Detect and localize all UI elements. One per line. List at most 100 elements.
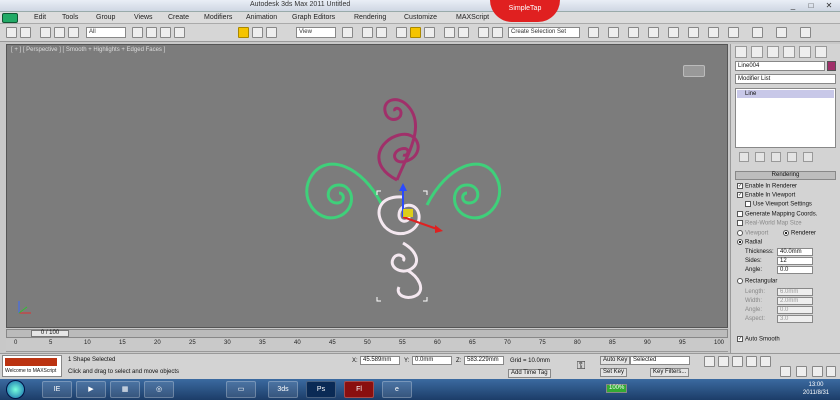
checkbox-checked-icon[interactable]: ✓ <box>737 336 743 342</box>
display-tab-icon[interactable] <box>799 46 811 58</box>
real-world-map-row[interactable]: Real-World Map Size <box>737 220 802 227</box>
key-filters-button[interactable]: Key Filters... <box>650 368 690 377</box>
schematic-view-icon[interactable] <box>648 27 659 38</box>
minimize-button[interactable]: _ <box>784 0 802 11</box>
perspective-viewport[interactable]: [ + ] [ Perspective ] [ Smooth + Highlig… <box>6 44 728 328</box>
pin-stack-icon[interactable] <box>739 152 749 162</box>
pivot-center-icon[interactable] <box>342 27 353 38</box>
menu-tools[interactable]: Tools <box>62 14 78 21</box>
auto-smooth-row[interactable]: ✓ Auto Smooth <box>737 336 780 343</box>
width-spinner[interactable]: 2.0mm <box>777 297 813 305</box>
taskbar-app-explorer[interactable]: ▦ <box>110 381 140 398</box>
undo-icon[interactable] <box>6 27 17 38</box>
checkbox-icon[interactable] <box>737 211 743 217</box>
show-end-result-icon[interactable] <box>755 152 765 162</box>
close-button[interactable]: ✕ <box>820 0 838 11</box>
aspect-spinner[interactable]: 3.0 <box>777 315 813 323</box>
maxscript-mini-listener[interactable] <box>5 358 57 366</box>
add-time-tag-button[interactable]: Add Time Tag <box>508 369 551 378</box>
material-editor-icon[interactable] <box>668 27 679 38</box>
generate-mapping-row[interactable]: Generate Mapping Coords. <box>737 211 817 218</box>
menu-graph-editors[interactable]: Graph Editors <box>292 14 335 21</box>
modifier-list-dropdown[interactable]: Modifier List <box>735 74 836 84</box>
window-crossing-icon[interactable] <box>174 27 185 38</box>
select-by-name-icon[interactable] <box>146 27 157 38</box>
percent-snap-icon[interactable] <box>424 27 435 38</box>
utilities-tab-icon[interactable] <box>815 46 827 58</box>
make-unique-icon[interactable] <box>771 152 781 162</box>
angle-snap-icon[interactable] <box>410 27 421 38</box>
stack-item-line[interactable]: Line <box>737 90 834 98</box>
next-frame-icon[interactable] <box>746 356 757 367</box>
auto-key-button[interactable]: Auto Key <box>600 356 631 365</box>
start-button-icon[interactable] <box>6 380 25 399</box>
hierarchy-tab-icon[interactable] <box>767 46 779 58</box>
rect-selection-icon[interactable] <box>160 27 171 38</box>
maximize-viewport-icon[interactable] <box>826 366 836 377</box>
pan-icon[interactable] <box>796 366 807 377</box>
play-icon[interactable] <box>732 356 743 367</box>
taskbar-app-3dsmax[interactable]: 3ds <box>268 381 298 398</box>
link-icon[interactable] <box>40 27 51 38</box>
use-viewport-settings-row[interactable]: Use Viewport Settings <box>745 201 812 208</box>
taskbar-app-flash[interactable]: Fl <box>344 381 374 398</box>
taskbar-app-ie[interactable]: IE <box>42 381 72 398</box>
rendering-rollout-header[interactable]: Rendering <box>735 171 836 180</box>
checkbox-checked-icon[interactable]: ✓ <box>737 192 743 198</box>
angle-spinner[interactable]: 0.0 <box>777 266 813 274</box>
enable-in-renderer-row[interactable]: ✓ Enable In Renderer <box>737 183 797 190</box>
radio-icon[interactable] <box>737 230 743 236</box>
x-coordinate-field[interactable]: 45.589mm <box>360 356 400 365</box>
zoom-icon[interactable] <box>780 366 791 377</box>
selection-filter-dropdown[interactable]: All <box>86 27 126 38</box>
menu-customize[interactable]: Customize <box>404 14 437 21</box>
rectangular-radio-row[interactable]: Rectangular <box>737 278 777 285</box>
time-slider[interactable]: 0 / 100 <box>6 329 728 338</box>
align-icon[interactable] <box>492 27 503 38</box>
environment-icon[interactable] <box>800 27 811 38</box>
menu-rendering[interactable]: Rendering <box>354 14 386 21</box>
snaps-toggle-icon[interactable] <box>396 27 407 38</box>
menu-edit[interactable]: Edit <box>34 14 46 21</box>
rect-angle-spinner[interactable]: 0.0 <box>777 306 813 314</box>
app-logo-icon[interactable] <box>2 13 18 23</box>
mirror-icon[interactable] <box>478 27 489 38</box>
select-and-scale-icon[interactable] <box>266 27 277 38</box>
go-to-end-icon[interactable] <box>760 356 771 367</box>
set-key-button[interactable]: Set Key <box>600 368 628 377</box>
taskbar-app-media[interactable]: ▶ <box>76 381 106 398</box>
activeshade-icon[interactable] <box>776 27 787 38</box>
edit-named-selection-icon[interactable] <box>458 27 469 38</box>
thickness-spinner[interactable]: 40.0mm <box>777 248 813 256</box>
modify-tab-icon[interactable] <box>751 46 763 58</box>
radio-selected-icon[interactable] <box>737 239 743 245</box>
radio-selected-icon[interactable] <box>783 230 789 236</box>
motion-tab-icon[interactable] <box>783 46 795 58</box>
track-bar[interactable]: 0 5 10 15 20 25 30 35 40 45 50 55 60 65 70 75 80 85 90 95 10… <box>6 339 728 352</box>
layer-manager-icon[interactable] <box>588 27 599 38</box>
select-and-rotate-icon[interactable] <box>252 27 263 38</box>
render-production-icon[interactable] <box>728 27 739 38</box>
tray-clock[interactable]: 13:00 2011/8/31 <box>794 381 838 397</box>
checkbox-icon[interactable] <box>745 201 751 207</box>
menu-group[interactable]: Group <box>96 14 115 21</box>
keyboard-shortcut-icon[interactable] <box>376 27 387 38</box>
reference-coordinate-dropdown[interactable]: View <box>296 27 336 38</box>
viewport-radio-row[interactable]: Viewport <box>737 230 768 237</box>
simpletap-badge[interactable]: SimpleTap <box>490 0 560 22</box>
spinner-snap-icon[interactable] <box>444 27 455 38</box>
taskbar-app-ie2[interactable]: e <box>382 381 412 398</box>
render-setup-icon[interactable] <box>688 27 699 38</box>
render-iterative-icon[interactable] <box>752 27 763 38</box>
select-and-move-icon[interactable] <box>238 27 249 38</box>
taskbar-app-window[interactable]: ▭ <box>226 381 256 398</box>
z-coordinate-field[interactable]: 583.229mm <box>464 356 504 365</box>
configure-sets-icon[interactable] <box>803 152 813 162</box>
object-name-field[interactable]: Line004 <box>735 61 825 71</box>
create-tab-icon[interactable] <box>735 46 747 58</box>
enable-in-viewport-row[interactable]: ✓ Enable In Viewport <box>737 192 795 199</box>
menu-create[interactable]: Create <box>168 14 189 21</box>
maximize-button[interactable]: □ <box>802 0 820 11</box>
object-color-swatch[interactable] <box>827 61 836 71</box>
orbit-icon[interactable] <box>812 366 823 377</box>
